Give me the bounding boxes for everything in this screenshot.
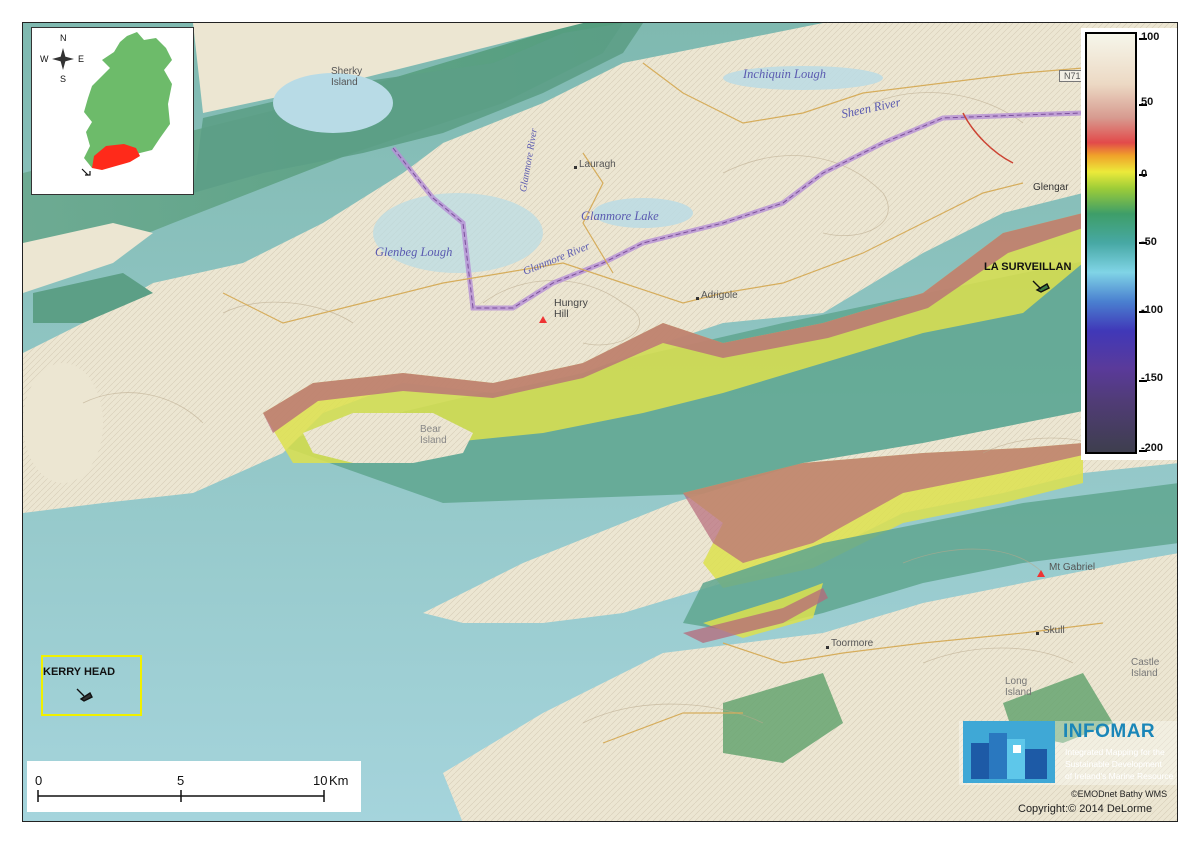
- legend-label: 0: [1141, 168, 1148, 180]
- compass-n: N: [60, 33, 67, 43]
- infomar-branding: INFOMAR Integrated Mapping for the Susta…: [959, 721, 1177, 785]
- infomar-title: INFOMAR: [1063, 721, 1156, 742]
- scale-bar-line: [37, 790, 325, 802]
- kerry-head-highlight-box: [41, 655, 142, 716]
- legend-label: -100: [1141, 304, 1164, 316]
- ireland-inset-map: N S W E: [31, 27, 194, 195]
- compass-s: S: [60, 74, 66, 84]
- place-long-island: Long Island: [1005, 676, 1032, 698]
- legend-label: 50: [1141, 96, 1154, 108]
- compass-w: W: [40, 54, 49, 64]
- depth-legend: 100 50 0 -50 -100 -150 -200: [1081, 28, 1177, 460]
- infomar-subtitle-1: Integrated Mapping for the: [1065, 747, 1165, 757]
- compass-icon: [52, 48, 74, 70]
- legend-label: 100: [1141, 31, 1160, 43]
- place-castle-island: Castle Island: [1131, 657, 1160, 679]
- town-marker-skull: [1036, 632, 1039, 635]
- infomar-logo: [963, 721, 1055, 783]
- place-lauragh: Lauragh: [579, 159, 616, 170]
- legend-label: -50: [1141, 236, 1157, 248]
- place-adrigole: Adrigole: [701, 290, 738, 301]
- wreck-label-la-surveillante: LA SURVEILLAN: [984, 261, 1072, 273]
- wreck-icon-kerry-head: [76, 688, 93, 702]
- water-label-glenbeg: Glenbeg Lough: [375, 245, 453, 259]
- place-toormore: Toormore: [831, 638, 874, 649]
- place-glengarriff: Glengar: [1033, 182, 1069, 193]
- compass-e: E: [78, 54, 84, 64]
- map-frame: Sherky Island Lauragh Hungry Hill Adrigole…: [22, 22, 1178, 822]
- place-sherky-island: Sherky Island: [331, 66, 363, 88]
- town-marker-toormore: [826, 646, 829, 649]
- scale-bar: 0 5 10 Km: [27, 761, 361, 812]
- infomar-subtitle-2: Sustainable Development: [1065, 759, 1162, 769]
- wreck-icon-la-surveillante: [1032, 280, 1050, 293]
- place-hungry-hill: Hungry Hill: [554, 297, 588, 321]
- terrain-map: [23, 23, 1177, 821]
- water-label-inchiquin: Inchiquin Lough: [743, 67, 826, 81]
- credit-emodnet: ©EMODnet Bathy WMS: [1071, 789, 1168, 799]
- town-marker-lauragh: [574, 166, 577, 169]
- infomar-subtitle-3: of Ireland's Marine Resource: [1065, 771, 1174, 781]
- credit-copyright: Copyright:© 2014 DeLorme: [1018, 803, 1153, 815]
- legend-label: -200: [1141, 442, 1164, 454]
- place-skull: Skull: [1043, 625, 1065, 636]
- wreck-label-kerry-head: KERRY HEAD: [43, 666, 116, 678]
- town-marker-adrigole: [696, 297, 699, 300]
- depth-color-ramp: [1085, 32, 1137, 454]
- legend-label: -150: [1141, 372, 1164, 384]
- place-mt-gabriel: Mt Gabriel: [1049, 562, 1096, 573]
- wreck-icon-inset: [81, 168, 91, 176]
- water-label-glanmore-lake: Glanmore Lake: [581, 209, 659, 223]
- place-bear-island: Bear Island: [420, 424, 447, 446]
